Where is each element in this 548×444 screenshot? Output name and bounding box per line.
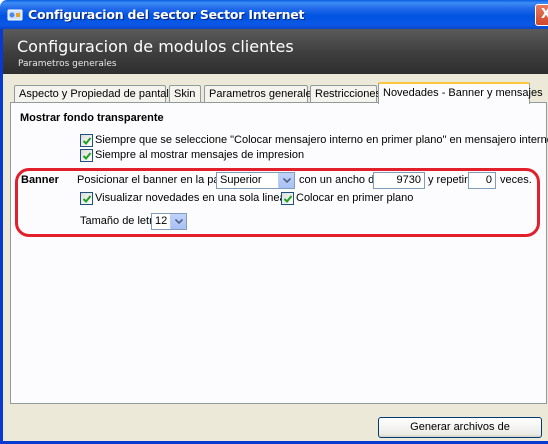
app-icon	[7, 9, 23, 21]
font-size-label: Tamaño de letra	[80, 215, 159, 227]
banner-position-label: Posicionar el banner en la parte	[77, 174, 233, 186]
checkbox-foreground-label: Colocar en primer plano	[296, 192, 414, 204]
checkmark-icon	[82, 137, 92, 145]
transparent-heading: Mostrar fondo transparente	[20, 112, 164, 124]
checkbox-single-line[interactable]	[80, 192, 93, 205]
font-size-select[interactable]: 12	[151, 213, 187, 230]
banner-width-label: con un ancho de	[299, 174, 381, 186]
checkbox-mensajero-label: Siempre que se seleccione "Colocar mensa…	[95, 134, 548, 146]
tab-novedades[interactable]: Novedades - Banner y mensajes	[378, 82, 543, 104]
banner-position-select[interactable]: Superior	[216, 172, 295, 189]
banner-repeat-suffix: veces.	[500, 174, 532, 186]
checkbox-foreground[interactable]	[281, 192, 294, 205]
chevron-down-icon[interactable]	[170, 214, 186, 229]
page-title: Configuracion de modulos clientes	[17, 37, 294, 56]
checkmark-icon	[82, 152, 92, 160]
checkbox-mensajero[interactable]	[80, 134, 93, 147]
tab-aspecto[interactable]: Aspecto y Propiedad de pantalla	[14, 85, 177, 103]
checkmark-icon	[82, 195, 92, 203]
banner-width-input[interactable]: 9730	[373, 172, 425, 189]
page-subtitle: Parametros generales	[18, 59, 117, 69]
title-bar[interactable]: Configuracion del sector Sector Internet…	[0, 0, 548, 29]
banner-label: Banner	[21, 174, 59, 186]
banner-repeat-label: y repetir	[428, 174, 468, 186]
chevron-down-icon[interactable]	[278, 173, 294, 188]
window-title: Configuracion del sector Sector Internet	[28, 7, 305, 22]
font-size-value: 12	[155, 215, 168, 227]
close-icon: X	[540, 7, 548, 22]
close-button[interactable]: X	[535, 4, 548, 26]
tab-restricciones[interactable]: Restricciones	[310, 85, 381, 103]
tab-panel	[10, 102, 547, 404]
tab-skin[interactable]: Skin	[169, 85, 201, 103]
checkbox-impresion[interactable]	[80, 149, 93, 162]
banner-position-value: Superior	[220, 174, 262, 186]
banner-repeat-input[interactable]: 0	[468, 172, 496, 189]
page-header: Configuracion de modulos clientes Parame…	[3, 29, 548, 74]
config-window: Configuracion del sector Sector Internet…	[0, 0, 548, 444]
generate-update-files-button[interactable]: Generar archivos de actualizacion	[378, 417, 542, 444]
checkmark-icon	[283, 195, 293, 203]
tab-parametros[interactable]: Parametros generales	[204, 85, 317, 103]
checkbox-single-line-label: Visualizar novedades en una sola linea	[95, 192, 286, 204]
checkbox-impresion-label: Siempre al mostrar mensajes de impresion	[95, 149, 305, 161]
